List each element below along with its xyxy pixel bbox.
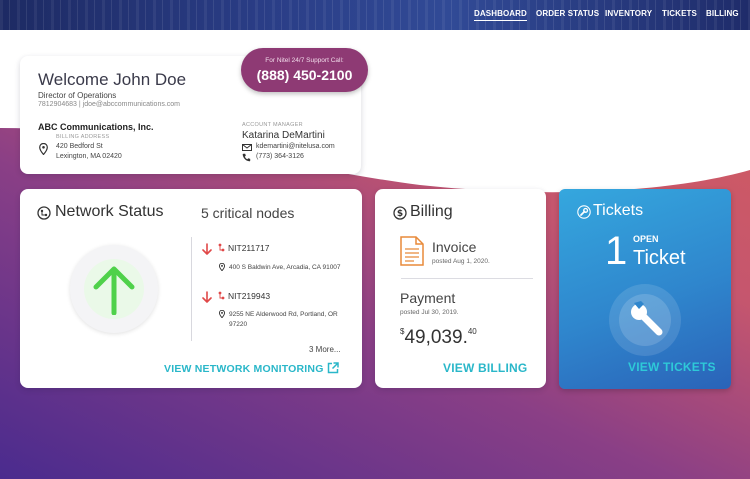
node-list-divider <box>191 237 192 341</box>
user-contact: 7812904683 | jdoe@abccommunications.com <box>38 101 181 108</box>
network-icon <box>37 206 51 220</box>
payment-amount-cents: 40 <box>467 327 477 336</box>
account-manager-email[interactable]: kdemartini@nitelusa.com <box>256 143 335 150</box>
address-line1: 420 Bedford St <box>56 143 103 150</box>
svg-text:$: $ <box>397 209 403 219</box>
payment-amount-main: 49,039. <box>404 327 468 348</box>
invoice-posted-date: posted Aug 1, 2020. <box>432 258 490 265</box>
wrench-icon <box>577 205 591 219</box>
ticket-status: OPEN <box>633 234 659 244</box>
user-name: John Doe <box>113 70 187 89</box>
critical-nodes-count: 5 critical nodes <box>201 205 295 221</box>
billing-card: $ Billing Invoice posted Aug 1, 2020. Pa… <box>375 189 546 388</box>
support-phone[interactable]: (888) 450-2100 <box>241 67 368 83</box>
account-manager-name: Katarina DeMartini <box>242 130 325 141</box>
phone-icon <box>242 153 251 162</box>
invoice-label[interactable]: Invoice <box>432 239 476 255</box>
payment-posted-date: posted Jul 30, 2019. <box>400 309 459 316</box>
address-line2: Lexington, MA 02420 <box>56 153 122 160</box>
node-icon <box>218 243 225 252</box>
view-tickets-link[interactable]: VIEW TICKETS <box>628 360 716 374</box>
view-network-monitoring-link[interactable]: VIEW NETWORK MONITORING <box>164 363 324 375</box>
billing-title: Billing <box>410 203 453 220</box>
node-list-spacer <box>290 331 293 333</box>
more-nodes-link[interactable]: 3 More... <box>309 345 341 354</box>
tickets-title: Tickets <box>593 202 644 219</box>
payment-amount: $49,039.40 <box>400 327 477 349</box>
network-status-indicator <box>70 245 158 333</box>
node-2-id[interactable]: NIT219943 <box>228 291 270 301</box>
node-2-address: 9255 NE Alderwood Rd, Portland, OR 97220 <box>229 311 338 328</box>
nav-inventory[interactable]: INVENTORY <box>605 9 652 18</box>
billing-address-label: BILLING ADDRESS <box>56 134 110 140</box>
billing-divider <box>401 278 533 279</box>
pin-icon <box>39 143 48 155</box>
arrow-down-icon <box>202 291 212 303</box>
support-call-pill[interactable]: For Nitel 24/7 Support Call: (888) 450-2… <box>241 48 368 92</box>
user-title: Director of Operations <box>38 91 117 100</box>
account-manager-phone: (773) 364-3126 <box>256 153 304 160</box>
ticket-noun: Ticket <box>633 247 686 269</box>
nav-dashboard[interactable]: DASHBOARD <box>474 9 527 21</box>
nav-tickets[interactable]: TICKETS <box>662 9 697 18</box>
account-manager-label: ACCOUNT MANAGER <box>242 122 303 128</box>
network-status-title: Network Status <box>55 203 164 220</box>
arrow-down-icon <box>202 243 212 255</box>
nav-order-status[interactable]: ORDER STATUS <box>536 9 599 18</box>
support-label: For Nitel 24/7 Support Call: <box>265 57 344 64</box>
payment-label: Payment <box>400 290 456 306</box>
pin-icon <box>219 310 225 318</box>
wrench-icon <box>625 300 665 340</box>
network-status-card: Network Status 5 critical nodes NIT21171… <box>20 189 362 388</box>
mail-icon <box>242 144 252 151</box>
node-1-id[interactable]: NIT211717 <box>228 243 269 253</box>
external-link-icon[interactable] <box>327 362 339 374</box>
node-icon <box>218 291 225 300</box>
invoice-icon <box>400 236 424 266</box>
open-ticket-count: 1 <box>605 229 628 273</box>
dollar-icon: $ <box>393 206 407 220</box>
nav-billing[interactable]: BILLING <box>706 9 739 18</box>
view-billing-link[interactable]: VIEW BILLING <box>443 361 527 375</box>
welcome-heading: Welcome John Doe <box>38 70 186 90</box>
pin-icon <box>219 263 225 271</box>
tickets-card: Tickets 1 OPEN Ticket VIEW TICKETS <box>559 189 731 389</box>
welcome-greeting: Welcome <box>38 70 109 89</box>
node-1-address: 400 S Baldwin Ave, Arcadia, CA 91007 <box>229 264 341 271</box>
company-name: ABC Communications, Inc. <box>38 122 154 132</box>
arrow-up-icon <box>92 265 136 315</box>
